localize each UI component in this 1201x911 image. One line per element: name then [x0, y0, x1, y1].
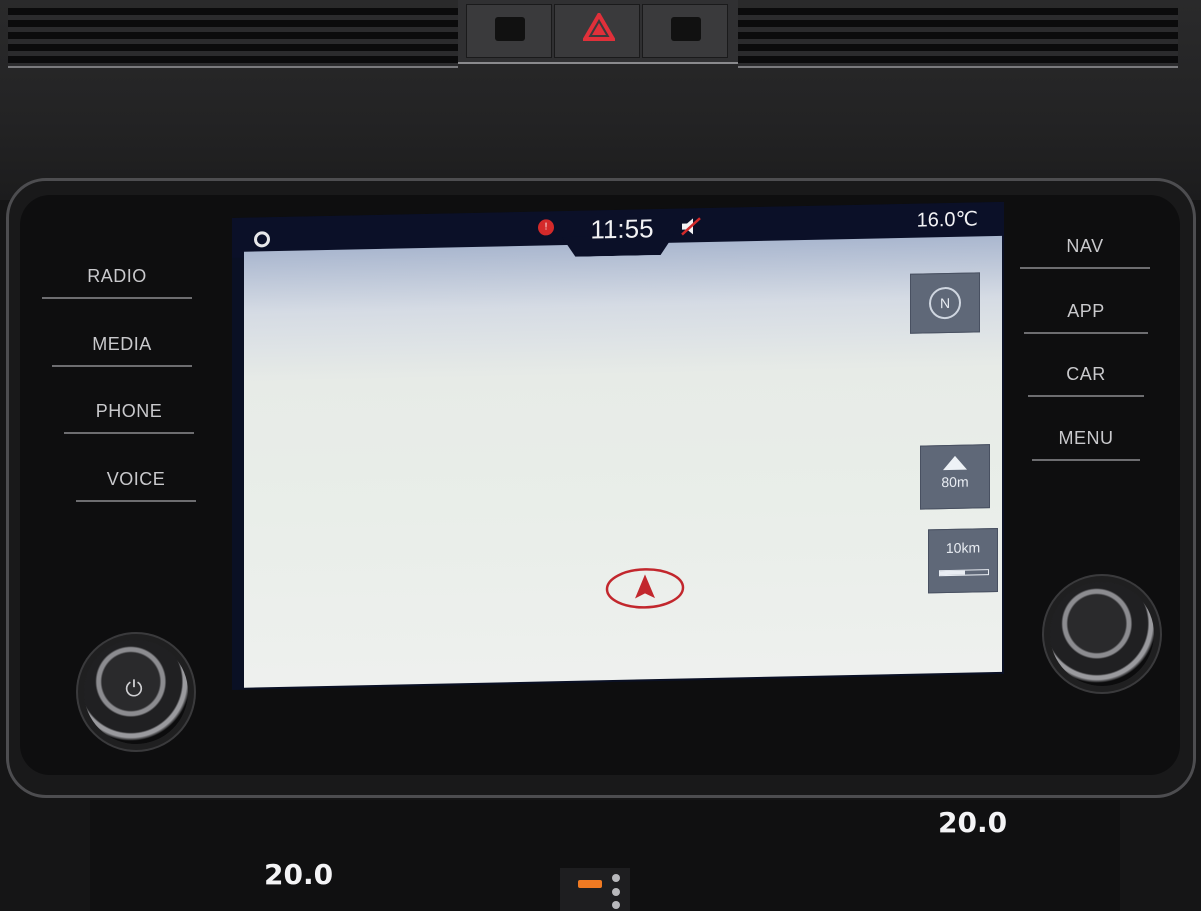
switch-left[interactable] [466, 4, 552, 58]
air-vent-left [8, 8, 458, 68]
air-vent-right [738, 8, 1178, 68]
mountain-icon [943, 455, 967, 471]
app-button[interactable]: APP [1024, 297, 1148, 334]
driver-temperature[interactable]: 20.0 [264, 858, 333, 891]
mute-icon [681, 217, 701, 236]
volume-power-knob[interactable]: ⏻ [84, 640, 188, 744]
power-icon: ⏻ [125, 676, 143, 701]
radio-button[interactable]: RADIO [42, 262, 192, 299]
altitude-button[interactable]: 80m [920, 444, 990, 510]
tune-knob[interactable] [1050, 582, 1154, 686]
center-switch-bank [458, 0, 738, 64]
infotainment-screen: N 80m 10km ! 11:55 16.0℃ [232, 201, 1004, 690]
altitude-value: 80m [941, 473, 969, 491]
car-button[interactable]: CAR [1028, 360, 1144, 397]
compass-orientation-button[interactable]: N [910, 272, 980, 334]
media-button[interactable]: MEDIA [52, 330, 192, 367]
navigation-map[interactable]: N 80m 10km [244, 235, 1002, 688]
voice-button[interactable]: VOICE [76, 465, 196, 502]
seat-heating-indicator[interactable] [560, 868, 630, 911]
scale-bar [939, 569, 989, 577]
nav-button[interactable]: NAV [1020, 232, 1150, 269]
switch-right[interactable] [642, 4, 728, 58]
hazard-icon [583, 13, 615, 41]
menu-button[interactable]: MENU [1032, 424, 1140, 461]
hazard-button[interactable] [554, 4, 640, 58]
clock: 11:55 [590, 213, 654, 245]
position-arrow-icon [605, 568, 685, 609]
map-scale-value: 10km [945, 539, 981, 557]
outside-temperature: 16.0℃ [916, 208, 978, 232]
compass-icon: N [929, 286, 961, 320]
passenger-temperature[interactable]: 20.0 [938, 806, 1007, 839]
map-scale-button[interactable]: 10km [928, 527, 998, 594]
phone-button[interactable]: PHONE [64, 397, 194, 434]
